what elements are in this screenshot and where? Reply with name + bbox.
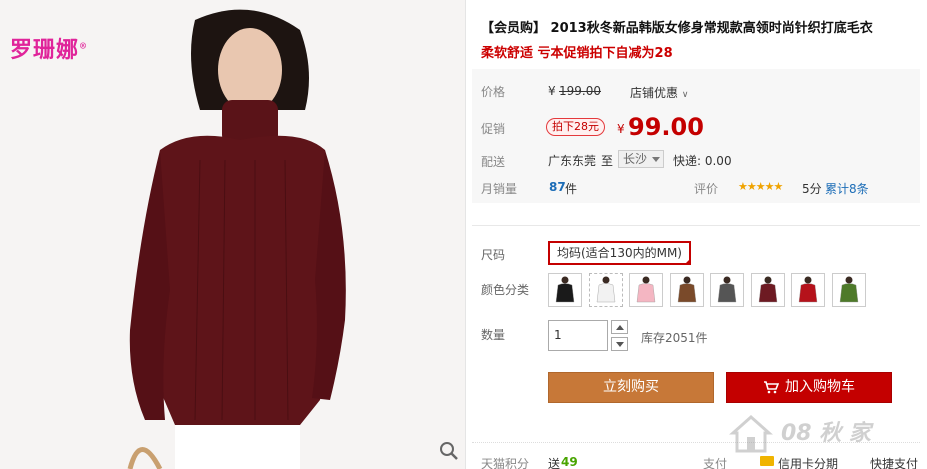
buy-now-button[interactable]: 立刻购买: [548, 372, 714, 403]
stock-text: 库存2051件: [641, 331, 708, 345]
product-main-image[interactable]: 罗珊娜®: [0, 0, 466, 469]
chevron-down-icon: ∨: [681, 90, 689, 100]
list-price: 199.00: [559, 84, 601, 98]
list-price-label: 价格: [481, 85, 506, 99]
divider: [472, 225, 920, 226]
footer-row: [472, 442, 920, 469]
points-value: 49: [561, 455, 578, 469]
credit-card-icon: [760, 456, 774, 466]
swatch-color-black[interactable]: [548, 273, 582, 307]
selected-check-icon: [683, 258, 691, 265]
promo-tag: 拍下28元: [546, 118, 605, 136]
swatch-color-wine-red[interactable]: [750, 273, 785, 307]
shipping-to-word: 至: [601, 154, 614, 168]
quantity-decrease-button[interactable]: [611, 337, 628, 351]
add-to-cart-label: 加入购物车: [785, 379, 855, 395]
promo-label: 促销: [481, 122, 506, 136]
destination-select[interactable]: 长沙: [618, 150, 664, 168]
swatch-color-white-dotted[interactable]: [588, 273, 623, 307]
swatch-color-brown[interactable]: [669, 273, 704, 307]
promo-price: 99.00: [628, 113, 704, 141]
quantity-label: 数量: [481, 328, 506, 342]
rating-label: 评价: [694, 182, 719, 196]
promo-currency: ¥: [617, 122, 625, 136]
swatch-thumbnail: [798, 276, 818, 303]
swatch-color-green[interactable]: [831, 273, 866, 307]
swatch-color-red[interactable]: [791, 273, 825, 307]
monthly-sales-label: 月销量: [481, 182, 518, 196]
quantity-increase-button[interactable]: [611, 320, 628, 334]
product-subtitle: 柔软舒适 亏本促销拍下自减为28: [481, 46, 673, 61]
shipping-fee: 快递: 0.00: [673, 154, 732, 168]
swatch-thumbnail: [758, 276, 777, 303]
swatch-thumbnail: [839, 276, 858, 303]
rating-score: 5分: [802, 182, 822, 196]
quantity-input[interactable]: 1: [548, 320, 608, 351]
review-count-link[interactable]: 累计8条: [825, 180, 869, 197]
swatch-color-pink[interactable]: [629, 273, 663, 307]
product-title: 【会员购】 2013秋冬新品韩版女修身常规款高领时尚针织打底毛衣: [481, 21, 873, 36]
caret-down-icon: [652, 157, 660, 162]
credit-installment-link[interactable]: 信用卡分期: [778, 455, 838, 469]
swatch-thumbnail: [636, 276, 656, 303]
pay-label: 支付: [703, 457, 728, 469]
store-discount-link[interactable]: 店铺优惠 ∨: [630, 84, 688, 101]
shipping-label: 配送: [481, 155, 506, 169]
arrow-up-icon: [616, 325, 624, 330]
swatch-thumbnail: [555, 276, 575, 303]
swatch-color-grey[interactable]: [710, 273, 744, 307]
add-to-cart-button[interactable]: 加入购物车: [726, 372, 892, 403]
store-discount-label: 店铺优惠: [630, 86, 679, 100]
swatch-thumbnail: [677, 276, 696, 303]
rating-stars-icon: ★★★★★: [738, 180, 783, 193]
swatch-thumbnail: [717, 276, 737, 303]
size-option-label: 均码(适合130内的MM): [557, 246, 682, 260]
model-photo: [0, 0, 465, 469]
cart-icon: [764, 381, 779, 394]
list-currency: ¥: [548, 84, 556, 98]
destination-value: 长沙: [623, 152, 648, 166]
swatch-thumbnail: [596, 276, 615, 303]
monthly-sales-count: 87: [549, 180, 566, 194]
size-option-selected[interactable]: 均码(适合130内的MM): [548, 241, 691, 265]
size-label: 尺码: [481, 248, 506, 262]
shipping-from: 广东东莞: [548, 154, 597, 168]
express-pay-link[interactable]: 快捷支付: [870, 455, 918, 469]
monthly-sales-unit: 件: [565, 182, 578, 196]
points-label: 天猫积分: [481, 457, 530, 469]
points-prefix: 送: [548, 457, 561, 469]
color-label: 颜色分类: [481, 283, 530, 297]
arrow-down-icon: [616, 342, 624, 347]
brand-logo: 罗珊娜®: [10, 37, 89, 63]
zoom-icon[interactable]: [439, 441, 459, 461]
